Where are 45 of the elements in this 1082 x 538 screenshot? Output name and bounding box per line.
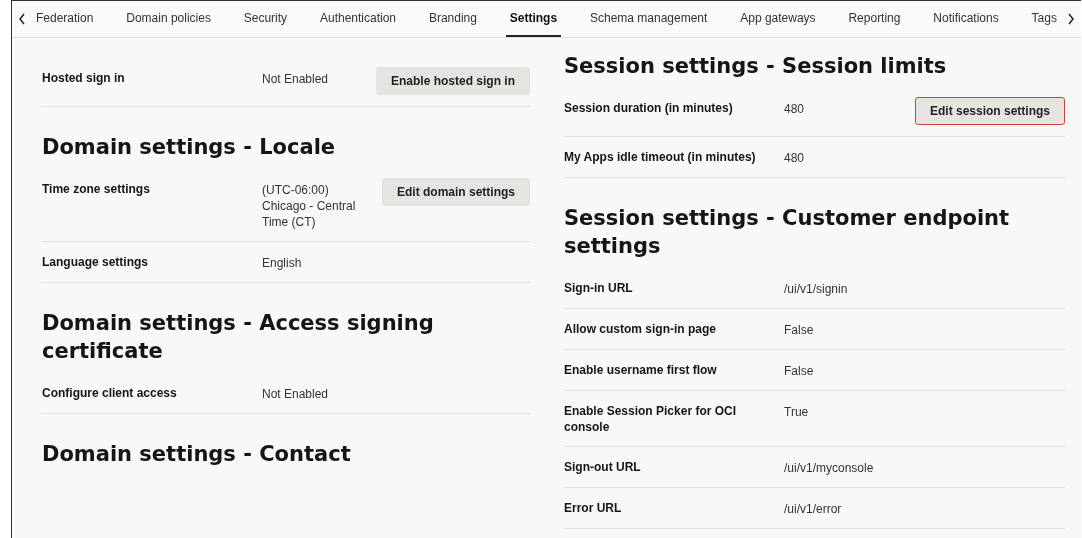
setting-value: /ui/v1/myconsole [784, 460, 875, 476]
edit-button[interactable]: Edit domain settings [382, 178, 530, 206]
setting-label: Configure client access [42, 385, 178, 401]
tab[interactable]: Settings [505, 1, 562, 37]
setting-label: Language settings [42, 254, 149, 270]
setting-label: Sign-out URL [564, 459, 642, 475]
setting-label: Time zone settings [42, 181, 151, 197]
setting-value: Not Enabled [262, 386, 330, 402]
section-heading: Session settings - Customer endpoint settings [564, 205, 1011, 260]
setting-value: False [784, 322, 815, 338]
tab[interactable]: Notifications [929, 1, 1003, 37]
edit-button[interactable]: Enable hosted sign in [376, 67, 530, 95]
setting-value: Not Enabled [262, 71, 330, 87]
section-heading: Domain settings - Contact [42, 441, 352, 468]
setting-label: Error URL [564, 500, 623, 516]
section-heading: Session settings - Session limits [564, 53, 948, 80]
tab[interactable]: App gateways [736, 1, 820, 37]
edit-button[interactable]: Edit session settings [914, 97, 1065, 125]
setting-label: Hosted sign in [42, 70, 126, 86]
tab[interactable]: Schema management [585, 1, 712, 37]
setting-label: Enable Session Picker for OCI console [564, 403, 738, 435]
setting-value: /ui/v1/signin [784, 281, 849, 297]
tab[interactable]: Authentication [315, 1, 401, 37]
setting-value: /ui/v1/error [784, 501, 843, 517]
setting-value: False [784, 363, 815, 379]
setting-value: True [784, 404, 810, 420]
setting-label: Enable username first flow [564, 362, 718, 378]
tab[interactable]: Federation [32, 1, 98, 37]
setting-label: My Apps idle timeout (in minutes) [564, 149, 757, 165]
setting-value: (UTC-06:00) Chicago - Central Time (CT) [262, 182, 357, 230]
tab[interactable]: Security [239, 1, 292, 37]
section-heading: Domain settings - Locale [42, 134, 337, 161]
tab[interactable]: Branding [424, 1, 481, 37]
setting-label: Allow custom sign-in page [564, 321, 717, 337]
tab[interactable]: Reporting [844, 1, 905, 37]
setting-value: 480 [784, 150, 806, 166]
setting-label: Sign-in URL [564, 280, 634, 296]
setting-value: 480 [784, 101, 806, 117]
setting-label: Session duration (in minutes) [564, 100, 734, 116]
chevron-left-icon[interactable] [18, 13, 26, 25]
setting-value: English [262, 255, 303, 271]
chevron-right-icon[interactable] [1067, 13, 1075, 25]
tab[interactable]: Tags [1027, 1, 1061, 37]
tab[interactable]: Domain policies [122, 1, 215, 37]
section-heading: Domain settings - Access signing certificate [42, 310, 435, 365]
